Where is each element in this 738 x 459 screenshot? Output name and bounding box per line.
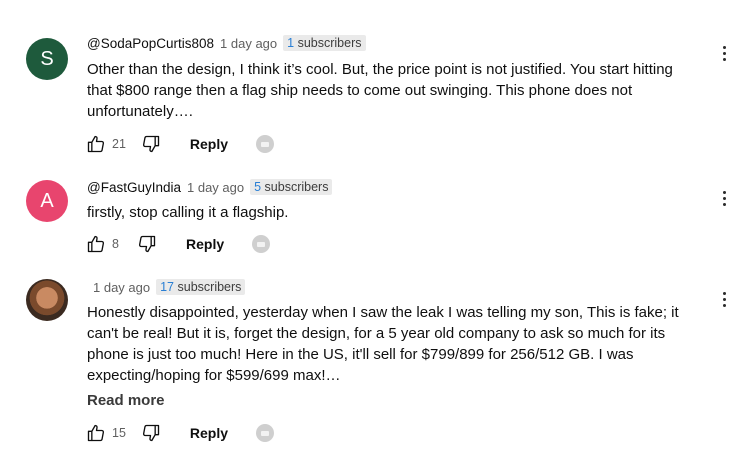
subscribers-label: subscribers: [297, 36, 362, 50]
comment-text-line: Honestly disappointed, yesterday when I …: [87, 304, 679, 321]
subscribers-count: 17: [160, 280, 175, 294]
dislike-button[interactable]: [136, 233, 158, 255]
subscribers-count: 5: [254, 180, 262, 194]
timestamp[interactable]: 1 day ago: [93, 280, 150, 295]
author-name[interactable]: @SodaPopCurtis808: [87, 36, 214, 51]
author-name[interactable]: @FastGuyIndia: [87, 180, 181, 195]
reply-button[interactable]: Reply: [190, 136, 228, 152]
like-count: 8: [112, 237, 119, 251]
more-actions-button[interactable]: [720, 46, 728, 61]
comment-text: firstly, stop calling it a flagship.: [87, 202, 687, 223]
like-count: 15: [112, 426, 126, 440]
more-actions-button[interactable]: [720, 292, 728, 307]
reply-button[interactable]: Reply: [190, 425, 228, 441]
more-vert-icon: [722, 292, 726, 295]
thumbs-up-icon: [87, 424, 105, 442]
like-count: 21: [112, 137, 126, 151]
more-vert-icon: [722, 191, 726, 194]
like-button[interactable]: [85, 233, 107, 255]
timestamp[interactable]: 1 day ago: [187, 180, 244, 195]
comment-text-line: unfortunately….: [87, 103, 193, 120]
comment-text-line: that $800 range then a flag ship needs t…: [87, 82, 633, 99]
reply-button[interactable]: Reply: [186, 236, 224, 252]
comment-text-line: phone is just too much! Here in the US, …: [87, 346, 634, 363]
comment-actions: 21 Reply: [85, 132, 275, 156]
timestamp[interactable]: 1 day ago: [220, 36, 277, 51]
dislike-button[interactable]: [140, 133, 162, 155]
dislike-button[interactable]: [140, 422, 162, 444]
comment-text-line: expecting/hoping for $599/699 max!…: [87, 367, 341, 384]
comment-text: Honestly disappointed, yesterday when I …: [87, 302, 687, 386]
creator-heart-icon: [252, 235, 271, 253]
like-button[interactable]: [85, 422, 107, 444]
thumbs-up-icon: [87, 235, 105, 253]
comment-actions: 8 Reply: [85, 232, 271, 256]
avatar[interactable]: [26, 279, 68, 321]
comment-header: @SodaPopCurtis808 1 day ago 1 subscriber…: [87, 35, 366, 51]
subscribers-badge: 17 subscribers: [156, 279, 246, 295]
comment-header: @FastGuyIndia 1 day ago 5 subscribers: [87, 179, 333, 195]
thumbs-down-icon: [138, 235, 156, 253]
avatar[interactable]: A: [26, 180, 68, 222]
comment-text-line: can't be real! But it is, forget the des…: [87, 325, 666, 342]
avatar[interactable]: S: [26, 38, 68, 80]
comment-text-line: firstly, stop calling it a flagship.: [87, 204, 289, 221]
subscribers-label: subscribers: [177, 280, 242, 294]
comment-header: 1 day ago 17 subscribers: [87, 279, 246, 295]
comment-text-line: Other than the design, I think it’s cool…: [87, 61, 673, 78]
thumbs-up-icon: [87, 135, 105, 153]
subscribers-count: 1: [287, 36, 295, 50]
comment-actions: 15 Reply: [85, 421, 275, 445]
like-button[interactable]: [85, 133, 107, 155]
read-more-button[interactable]: Read more: [87, 392, 165, 409]
thumbs-down-icon: [142, 424, 160, 442]
thumbs-down-icon: [142, 135, 160, 153]
more-actions-button[interactable]: [720, 191, 728, 206]
subscribers-label: subscribers: [264, 180, 329, 194]
creator-heart-icon: [256, 135, 275, 153]
comment-text: Other than the design, I think it’s cool…: [87, 59, 687, 122]
more-vert-icon: [722, 46, 726, 49]
subscribers-badge: 5 subscribers: [250, 179, 333, 195]
creator-heart-icon: [256, 424, 275, 442]
subscribers-badge: 1 subscribers: [283, 35, 366, 51]
